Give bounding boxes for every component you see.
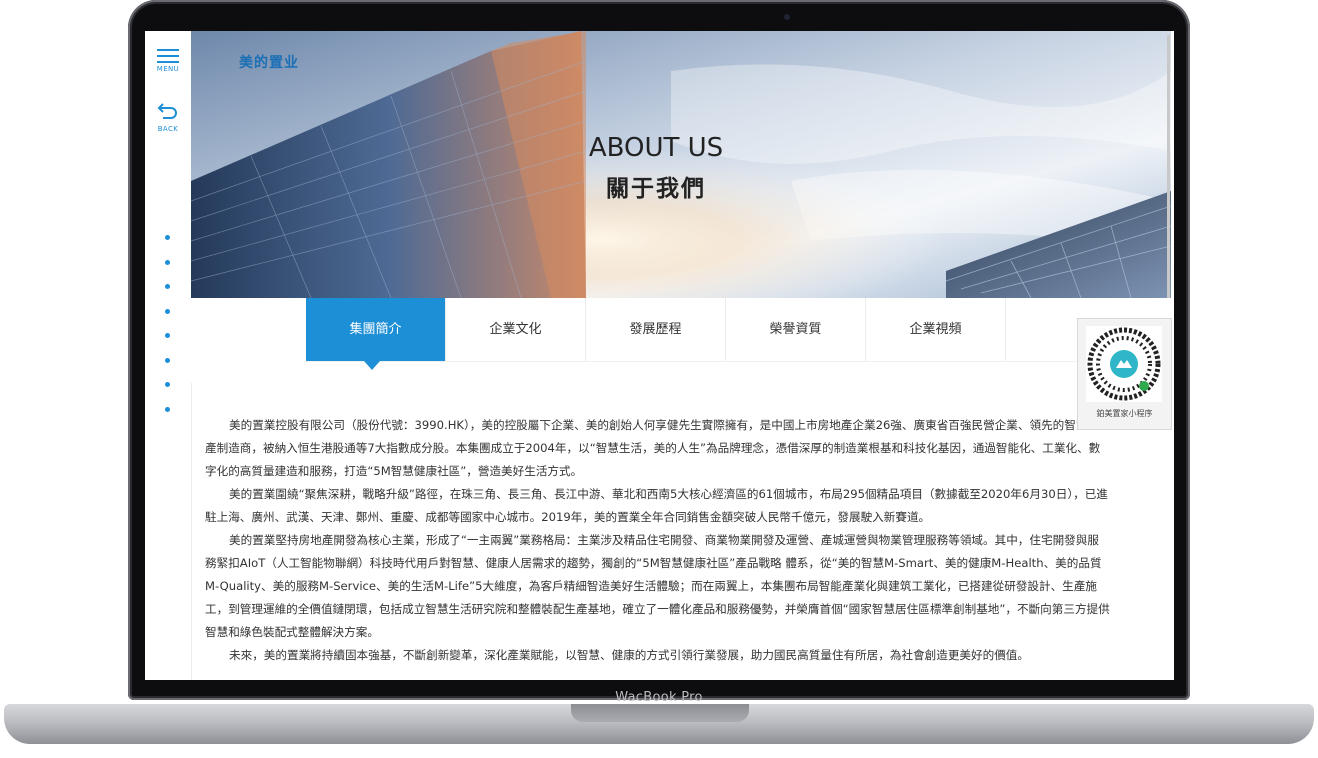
section-dot[interactable] <box>165 259 170 265</box>
device-label: WacBook Pro <box>615 690 703 705</box>
intro-paragraph: 美的置業圍繞“聚焦深耕，戰略升級”路徑，在珠三角、長三角、長江中游、華北和西南5… <box>205 487 1108 524</box>
brand-logo[interactable]: 美的置业 <box>239 52 299 72</box>
mini-program-qr[interactable]: 鉑美置家小程序 <box>1077 318 1172 430</box>
tab-group-intro[interactable]: 集團簡介 <box>306 298 446 361</box>
active-tab-pointer-icon <box>364 361 380 370</box>
qr-caption: 鉑美置家小程序 <box>1096 409 1153 418</box>
back-label: BACK <box>157 125 179 133</box>
section-dot[interactable] <box>165 333 170 338</box>
tab-honors[interactable]: 榮譽資質 <box>726 298 866 361</box>
section-dot[interactable] <box>165 284 170 289</box>
laptop-mockup: 美的置业 ABOUT US 關于我們 MENU BACK 集團簡介 企業文化 發… <box>0 0 1318 758</box>
hero-banner: 美的置业 ABOUT US 關于我們 <box>191 31 1171 298</box>
qr-code-icon <box>1086 326 1162 402</box>
section-tabs: 集團簡介 企業文化 發展歷程 榮譽資質 企業視頻 <box>306 298 1006 361</box>
section-dots <box>165 235 171 431</box>
tab-corporate-culture[interactable]: 企業文化 <box>446 298 586 361</box>
tab-history[interactable]: 發展歷程 <box>586 298 726 361</box>
banner-title-zh: 關于我們 <box>606 176 706 202</box>
banner-title-en: ABOUT US <box>588 133 724 163</box>
tabs-divider <box>306 361 1171 362</box>
camera-icon <box>784 14 790 20</box>
section-dot[interactable] <box>165 382 170 387</box>
section-dot[interactable] <box>165 357 170 363</box>
laptop-notch <box>571 704 749 722</box>
page-scrollbar[interactable] <box>1167 35 1170 298</box>
sidebar-divider <box>191 383 192 680</box>
section-dot[interactable] <box>165 308 170 314</box>
skyscraper-illustration <box>191 31 1171 298</box>
menu-button[interactable]: MENU <box>145 45 191 73</box>
laptop-screen: 美的置业 ABOUT US 關于我們 MENU BACK 集團簡介 企業文化 發… <box>145 31 1174 680</box>
section-dot[interactable] <box>165 406 170 412</box>
back-button[interactable]: BACK <box>145 101 191 133</box>
intro-paragraph: 未來，美的置業將持續固本強基，不斷創新變革，深化產業賦能，以智慧、健康的方式引領… <box>229 648 1029 662</box>
intro-paragraph: 美的置業堅持房地產開發為核心主業，形成了“一主兩翼”業務格局：主業涉及精品住宅開… <box>205 533 1110 639</box>
left-sidebar: MENU BACK <box>145 31 191 680</box>
company-intro: 美的置業控股有限公司（股份代號：3990.HK），美的控股屬下企業、美的創始人何… <box>205 414 1110 667</box>
back-arrow-icon <box>157 103 177 119</box>
section-dot[interactable] <box>165 235 170 240</box>
intro-paragraph: 美的置業控股有限公司（股份代號：3990.HK），美的控股屬下企業、美的創始人何… <box>205 418 1101 478</box>
tab-videos[interactable]: 企業視頻 <box>866 298 1006 361</box>
hamburger-icon <box>145 49 191 63</box>
menu-label: MENU <box>156 65 180 73</box>
